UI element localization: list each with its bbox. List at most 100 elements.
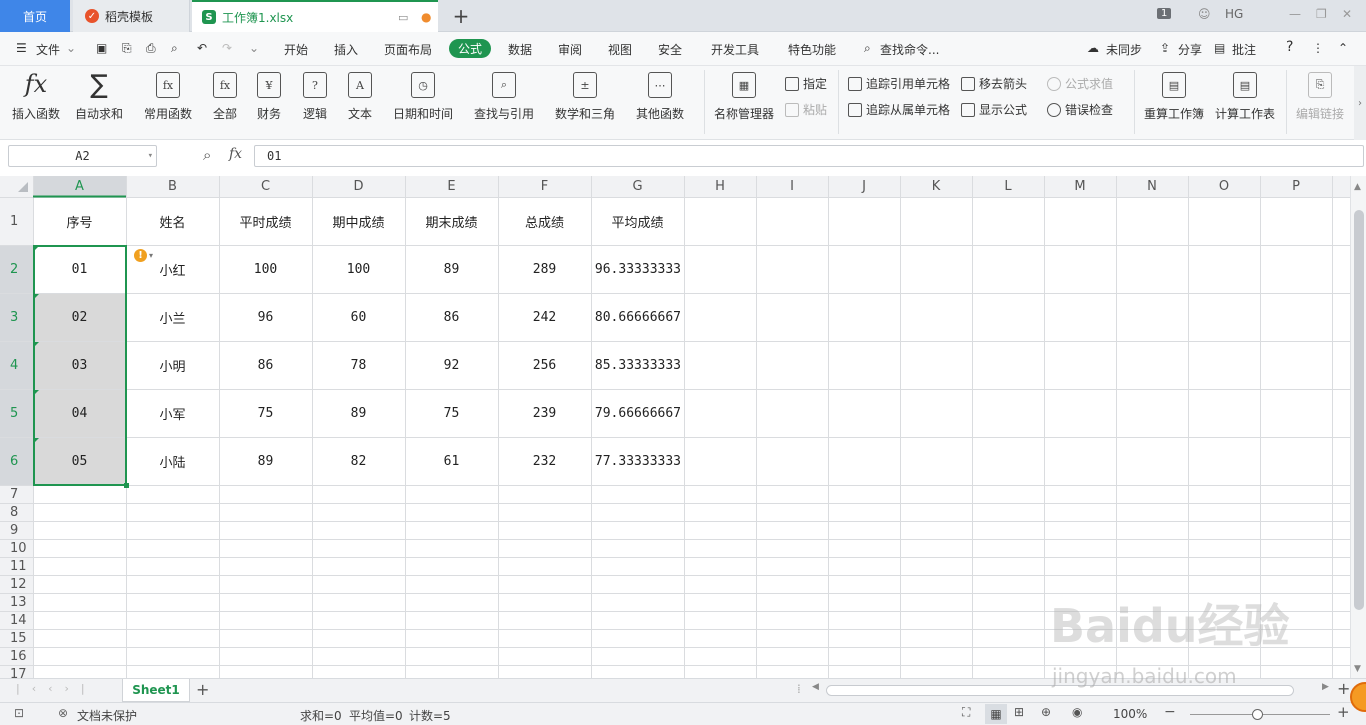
row-header-12[interactable]: 12: [0, 575, 33, 593]
scroll-left-icon[interactable]: ◀: [812, 682, 819, 692]
menu-view[interactable]: 视图: [608, 41, 632, 58]
zoom-formula-icon[interactable]: ⌕: [203, 146, 211, 164]
row-header-8[interactable]: 8: [0, 503, 33, 521]
autosum-button[interactable]: ∑ 自动求和: [75, 70, 123, 122]
column-header-o[interactable]: O: [1188, 176, 1260, 197]
name-box[interactable]: A2 ▾: [8, 145, 157, 167]
header-cell[interactable]: 平时成绩: [219, 197, 312, 245]
scroll-right-icon[interactable]: ▶: [1322, 682, 1329, 692]
row-header-9[interactable]: 9: [0, 521, 33, 539]
data-cell[interactable]: 04: [33, 389, 126, 437]
zoom-in-icon[interactable]: +: [1337, 703, 1350, 721]
fullscreen-icon[interactable]: ⛶: [962, 705, 970, 720]
add-sheet-button[interactable]: +: [196, 680, 209, 699]
data-cell[interactable]: 78: [312, 341, 405, 389]
user-name[interactable]: HG: [1225, 7, 1243, 21]
error-check-button[interactable]: 错误检查: [1047, 101, 1113, 118]
column-header-c[interactable]: C: [219, 176, 312, 197]
close-icon[interactable]: ✕: [1342, 7, 1352, 21]
data-cell[interactable]: 80.66666667: [591, 293, 684, 341]
row-header-7[interactable]: 7: [0, 485, 33, 503]
data-cell[interactable]: 01: [33, 245, 126, 293]
menu-security[interactable]: 安全: [658, 41, 682, 58]
new-tab-button[interactable]: +: [446, 0, 476, 32]
menu-page-layout[interactable]: 页面布局: [384, 41, 432, 58]
data-cell[interactable]: 242: [498, 293, 591, 341]
data-cell[interactable]: 89: [405, 245, 498, 293]
more-icon[interactable]: ⋮: [1312, 41, 1324, 55]
row-header-16[interactable]: 16: [0, 647, 33, 665]
chevron-down-icon[interactable]: ▾: [148, 146, 153, 166]
row-header-5[interactable]: 5: [0, 389, 33, 437]
header-cell[interactable]: 平均成绩: [591, 197, 684, 245]
row-header-3[interactable]: 3: [0, 293, 33, 341]
row-header-15[interactable]: 15: [0, 629, 33, 647]
doc-info-icon[interactable]: ⊡: [14, 706, 24, 720]
data-cell[interactable]: 86: [405, 293, 498, 341]
menu-developer[interactable]: 开发工具: [711, 41, 759, 58]
avatar-icon[interactable]: ☺: [1198, 7, 1211, 21]
scroll-down-icon[interactable]: ▼: [1354, 664, 1361, 674]
scrollbar-thumb[interactable]: [1354, 210, 1364, 610]
finance-button[interactable]: ¥ 财务: [257, 70, 281, 122]
column-header-e[interactable]: E: [405, 176, 498, 197]
menu-insert[interactable]: 插入: [334, 41, 358, 58]
ribbon-scroll-right-icon[interactable]: ›: [1354, 66, 1366, 140]
horizontal-scroll-thumb[interactable]: [826, 685, 1294, 696]
help-button[interactable]: ?: [1286, 39, 1293, 55]
vertical-scrollbar[interactable]: ▲ ▼: [1350, 176, 1366, 678]
tab-home[interactable]: 首页: [0, 0, 70, 32]
export-icon[interactable]: ⎘: [122, 41, 132, 56]
sync-status[interactable]: 未同步: [1106, 41, 1142, 58]
calc-sheet-button[interactable]: ▤ 计算工作表: [1215, 70, 1275, 122]
row-header-10[interactable]: 10: [0, 539, 33, 557]
evaluate-formula-button[interactable]: 公式求值: [1047, 75, 1113, 92]
menu-review[interactable]: 审阅: [558, 41, 582, 58]
column-header-j[interactable]: J: [828, 176, 900, 197]
fx-icon[interactable]: fx: [229, 146, 242, 162]
more-dropdown-icon[interactable]: ⌄: [249, 41, 259, 55]
data-cell[interactable]: 96.33333333: [591, 245, 684, 293]
data-cell[interactable]: 232: [498, 437, 591, 485]
data-cell[interactable]: 79.66666667: [591, 389, 684, 437]
data-cell[interactable]: 96: [219, 293, 312, 341]
column-header-k[interactable]: K: [900, 176, 972, 197]
column-header-i[interactable]: I: [756, 176, 828, 197]
menu-start[interactable]: 开始: [284, 41, 308, 58]
column-header-f[interactable]: F: [498, 176, 591, 197]
menu-formula[interactable]: 公式: [449, 39, 492, 58]
data-cell[interactable]: 82: [312, 437, 405, 485]
search-icon[interactable]: ⌕: [864, 41, 871, 56]
column-header-g[interactable]: G: [591, 176, 684, 197]
data-cell[interactable]: 61: [405, 437, 498, 485]
row-header-4[interactable]: 4: [0, 341, 33, 389]
header-cell[interactable]: 期中成绩: [312, 197, 405, 245]
other-functions-button[interactable]: ⋯ 其他函数: [636, 70, 684, 122]
recalc-workbook-button[interactable]: ▤ 重算工作簿: [1144, 70, 1204, 122]
row-header-11[interactable]: 11: [0, 557, 33, 575]
column-header-h[interactable]: H: [684, 176, 756, 197]
data-cell[interactable]: 77.33333333: [591, 437, 684, 485]
save-icon[interactable]: ▣: [96, 41, 107, 55]
chevron-down-icon[interactable]: ⌄: [66, 41, 76, 55]
header-cell[interactable]: 序号: [33, 197, 126, 245]
data-cell[interactable]: 89: [312, 389, 405, 437]
pin-icon[interactable]: ▭: [398, 11, 408, 24]
data-cell[interactable]: 92: [405, 341, 498, 389]
row-header-1[interactable]: 1: [0, 197, 33, 245]
minimize-icon[interactable]: —: [1289, 7, 1301, 21]
undo-icon[interactable]: ↶: [197, 41, 207, 55]
data-cell[interactable]: 75: [219, 389, 312, 437]
data-cell[interactable]: 小陆: [126, 437, 219, 485]
datetime-button[interactable]: ◷ 日期和时间: [393, 70, 453, 122]
sheet-tab-sheet1[interactable]: Sheet1: [122, 679, 190, 702]
column-header-b[interactable]: B: [126, 176, 219, 197]
insert-function-button[interactable]: fx 插入函数: [12, 70, 60, 122]
row-header-13[interactable]: 13: [0, 593, 33, 611]
paste-name-button[interactable]: 粘贴: [785, 101, 827, 118]
scroll-up-icon[interactable]: ▲: [1354, 182, 1361, 192]
column-header-l[interactable]: L: [972, 176, 1044, 197]
data-cell[interactable]: 小军: [126, 389, 219, 437]
trace-precedents-button[interactable]: 追踪引用单元格: [848, 75, 950, 92]
protection-status[interactable]: 文档未保护: [77, 707, 137, 724]
